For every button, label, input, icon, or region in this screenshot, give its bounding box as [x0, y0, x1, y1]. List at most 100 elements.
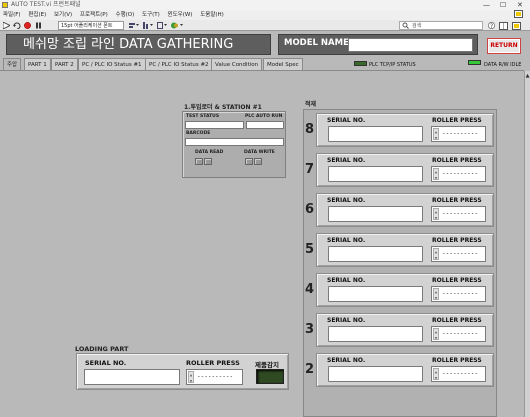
tab-io-status-1[interactable]: PC / PLC IO Status #1	[78, 58, 146, 70]
run-continuously-icon[interactable]	[13, 22, 21, 30]
loading-part-title: LOADING PART	[75, 345, 129, 353]
loading-roller-label: ROLLER PRESS	[186, 359, 240, 367]
menu-view[interactable]: 보기(V)	[54, 12, 72, 18]
model-name-group: MODEL NAME	[278, 34, 478, 55]
menu-edit[interactable]: 편집(E)	[28, 12, 46, 18]
plc-status-label: PLC TCP/IP STATUS	[369, 62, 416, 68]
reorder-icon[interactable]	[171, 22, 183, 29]
plc-status-led	[354, 61, 367, 66]
station1-title: 1.투입로더 & STATION #1	[184, 104, 262, 111]
close-button[interactable]: ✕	[517, 0, 523, 10]
roller-press-value: ----------	[442, 370, 479, 377]
roller-press-label: ROLLER PRESS	[432, 237, 482, 244]
tab-part1[interactable]: PART 1	[24, 58, 51, 70]
distribute-objects-icon[interactable]	[143, 22, 153, 29]
vertical-scrollbar[interactable]: ▲	[524, 71, 530, 417]
run-arrow-icon[interactable]	[2, 21, 11, 30]
tab-main[interactable]: 주압	[3, 58, 22, 70]
slot-number: 6	[305, 202, 315, 217]
roller-press-value: ----------	[442, 130, 479, 137]
serial-field[interactable]	[328, 126, 423, 142]
tab-io-status-2[interactable]: PC / PLC IO Status #2	[145, 58, 213, 70]
roller-press-field[interactable]: ▲ ▼ ----------	[431, 246, 486, 262]
spinner-icon[interactable]: ▲ ▼	[433, 368, 439, 380]
serial-label: SERIAL NO.	[327, 117, 366, 124]
stack-slot-3: 3 SERIAL NO. ROLLER PRESS ▲ ▼ ----------	[305, 313, 494, 347]
data-read-label: DATA READ	[195, 150, 224, 155]
serial-label: SERIAL NO.	[327, 237, 366, 244]
scroll-up-icon[interactable]: ▲	[525, 73, 530, 79]
spinner-icon[interactable]: ▲ ▼	[188, 371, 194, 383]
roller-press-value: ----------	[442, 210, 479, 217]
serial-field[interactable]	[328, 326, 423, 342]
loading-roller-value: ----------	[197, 373, 234, 380]
slot-number: 5	[305, 242, 315, 257]
slot-number: 7	[305, 162, 315, 177]
serial-label: SERIAL NO.	[327, 357, 366, 364]
maximize-button[interactable]: ☐	[500, 0, 506, 10]
roller-press-label: ROLLER PRESS	[432, 317, 482, 324]
model-name-field[interactable]	[348, 38, 473, 52]
tab-value-condition[interactable]: Value Condition	[211, 58, 263, 70]
menu-project[interactable]: 프로젝트(P)	[80, 12, 108, 18]
return-button[interactable]: RETURN	[487, 38, 521, 54]
loading-part-panel: SERIAL NO. ROLLER PRESS 제품감지 ▲ ▼ ---------…	[76, 353, 289, 390]
align-objects-icon[interactable]	[129, 22, 139, 29]
minimize-button[interactable]: —	[483, 0, 490, 10]
data-read-led-1	[195, 158, 203, 165]
search-input[interactable]: 검색	[399, 21, 483, 30]
menu-operate[interactable]: 수행(O)	[116, 12, 135, 18]
roller-press-field[interactable]: ▲ ▼ ----------	[431, 166, 486, 182]
resize-objects-icon[interactable]	[157, 22, 167, 29]
menu-file[interactable]: 파일(F)	[3, 12, 21, 18]
menu-tools[interactable]: 도구(T)	[142, 12, 160, 18]
context-help-icon[interactable]: ?	[487, 21, 496, 30]
menu-window[interactable]: 윈도우(W)	[168, 12, 193, 18]
serial-field[interactable]	[328, 166, 423, 182]
barcode-field	[185, 138, 284, 146]
data-read-led-2	[204, 158, 212, 165]
labview-app-icon	[2, 2, 8, 8]
toolbar: 15pt 어플리케이션 폰트 검색 ?	[0, 20, 530, 31]
loading-roller-field[interactable]: ▲ ▼ ----------	[186, 369, 243, 385]
spinner-icon[interactable]: ▲ ▼	[433, 288, 439, 300]
roller-press-label: ROLLER PRESS	[432, 157, 482, 164]
vi-connector-icon	[499, 22, 508, 30]
serial-field[interactable]	[328, 246, 423, 262]
roller-press-field[interactable]: ▲ ▼ ----------	[431, 206, 486, 222]
plc-auto-run-label: PLC AUTO RUN	[245, 114, 283, 119]
slot-number: 3	[305, 322, 315, 337]
slot-number: 2	[305, 362, 315, 377]
roller-press-label: ROLLER PRESS	[432, 117, 482, 124]
barcode-label: BARCODE	[186, 131, 211, 136]
product-detect-label: 제품감지	[255, 361, 279, 369]
test-status-label: TEST STATUS	[186, 114, 220, 119]
product-detect-led	[256, 369, 284, 384]
serial-field[interactable]	[328, 206, 423, 222]
abort-icon[interactable]	[24, 22, 31, 29]
pause-icon[interactable]	[35, 22, 42, 29]
menu-help[interactable]: 도움말(H)	[200, 12, 224, 18]
tab-part2[interactable]: PART 2	[51, 58, 78, 70]
roller-press-value: ----------	[442, 170, 479, 177]
spinner-icon[interactable]: ▲ ▼	[433, 328, 439, 340]
spinner-icon[interactable]: ▲ ▼	[433, 208, 439, 220]
station1-panel: TEST STATUS PLC AUTO RUN BARCODE DATA RE…	[182, 111, 286, 178]
spinner-icon[interactable]: ▲ ▼	[433, 248, 439, 260]
roller-press-field[interactable]: ▲ ▼ ----------	[431, 326, 486, 342]
spinner-icon[interactable]: ▲ ▼	[433, 128, 439, 140]
roller-press-field[interactable]: ▲ ▼ ----------	[431, 366, 486, 382]
loading-serial-label: SERIAL NO.	[85, 359, 127, 367]
serial-field[interactable]	[328, 366, 423, 382]
serial-field[interactable]	[328, 286, 423, 302]
stack-slot-7: 7 SERIAL NO. ROLLER PRESS ▲ ▼ ----------	[305, 153, 494, 187]
tab-model-spec[interactable]: Model Spec	[263, 58, 303, 70]
spinner-icon[interactable]: ▲ ▼	[433, 168, 439, 180]
loading-serial-field[interactable]	[84, 369, 180, 385]
serial-label: SERIAL NO.	[327, 277, 366, 284]
serial-label: SERIAL NO.	[327, 317, 366, 324]
font-selector[interactable]: 15pt 어플리케이션 폰트	[58, 21, 124, 30]
menu-bar: 파일(F) 편집(E) 보기(V) 프로젝트(P) 수행(O) 도구(T) 윈도…	[0, 10, 530, 20]
roller-press-field[interactable]: ▲ ▼ ----------	[431, 126, 486, 142]
roller-press-field[interactable]: ▲ ▼ ----------	[431, 286, 486, 302]
